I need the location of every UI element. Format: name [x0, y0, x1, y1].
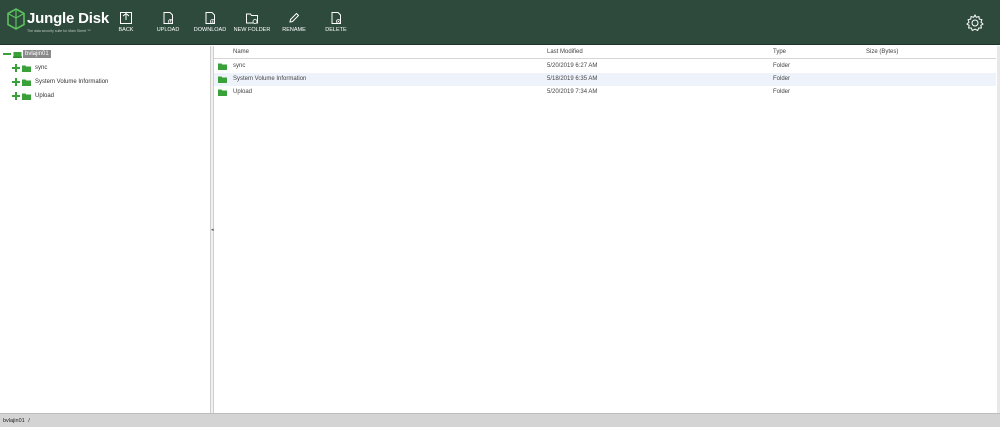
folder-icon [218, 89, 227, 96]
back-label: BACK [118, 27, 134, 33]
download-button[interactable]: DOWNLOAD [190, 11, 230, 37]
folder-icon [218, 76, 227, 83]
row-type: Folder [773, 89, 791, 95]
tree-item-label[interactable]: System Volume Information [33, 78, 110, 86]
list-header: Name Last Modified Type Size (Bytes) [214, 46, 996, 59]
tree-item-label[interactable]: sync [33, 64, 49, 72]
status-bar: bvlajin01 / [0, 413, 1000, 427]
row-modified: 5/20/2019 6:27 AM [547, 63, 598, 69]
column-name-header[interactable]: Name [233, 49, 249, 55]
gear-icon[interactable] [965, 13, 985, 33]
collapse-icon[interactable] [3, 50, 11, 58]
upload-button[interactable]: UPLOAD [148, 11, 188, 37]
new-folder-button[interactable]: NEW FOLDER [232, 11, 272, 37]
folder-tree: bvlajin01 sync System Volume Information… [0, 46, 210, 413]
download-label: DOWNLOAD [193, 27, 227, 33]
tree-item-system-volume-information[interactable]: System Volume Information [12, 76, 110, 88]
back-icon [120, 12, 132, 24]
row-type: Folder [773, 63, 791, 69]
download-icon [205, 12, 215, 24]
table-row[interactable]: sync 5/20/2019 6:27 AM Folder [214, 60, 996, 73]
column-type-header[interactable]: Type [773, 49, 786, 55]
rename-button[interactable]: RENAME [274, 11, 314, 37]
drive-icon [13, 51, 22, 58]
header-bar: Jungle Disk The data security suite for … [0, 0, 1000, 45]
folder-icon [22, 65, 31, 72]
delete-button[interactable]: DELETE [316, 11, 356, 37]
breadcrumb: bvlajin01 / [3, 418, 30, 424]
tree-root[interactable]: bvlajin01 [3, 48, 51, 60]
brand-logo: Jungle Disk The data security suite for … [7, 8, 109, 38]
jungle-disk-app: Jungle Disk The data security suite for … [0, 0, 1000, 427]
tree-item-upload[interactable]: Upload [12, 90, 56, 102]
row-type: Folder [773, 76, 791, 82]
upload-icon [163, 12, 173, 24]
expand-icon[interactable] [12, 64, 20, 72]
delete-icon [331, 12, 341, 24]
tree-item-label[interactable]: Upload [33, 92, 56, 100]
brand-name: Jungle Disk [27, 10, 109, 27]
table-row[interactable]: Upload 5/20/2019 7:34 AM Folder [214, 86, 996, 99]
expand-icon[interactable] [12, 78, 20, 86]
tree-item-sync[interactable]: sync [12, 62, 49, 74]
file-list: Name Last Modified Type Size (Bytes) syn… [214, 46, 1000, 413]
row-modified: 5/18/2019 6:35 AM [547, 76, 598, 82]
new-folder-label: NEW FOLDER [233, 27, 271, 33]
row-name: sync [233, 63, 246, 69]
breadcrumb-root[interactable]: bvlajin01 [3, 418, 25, 424]
row-name: System Volume Information [233, 76, 307, 82]
pencil-icon [289, 12, 300, 23]
expand-icon[interactable] [12, 92, 20, 100]
row-modified: 5/20/2019 7:34 AM [547, 89, 598, 95]
folder-icon [22, 79, 31, 86]
folder-icon [218, 63, 227, 70]
table-row[interactable]: System Volume Information 5/18/2019 6:35… [214, 73, 996, 86]
back-button[interactable]: BACK [106, 11, 146, 37]
rename-label: RENAME [282, 27, 306, 33]
row-name: Upload [233, 89, 253, 95]
jungle-disk-logo-icon [7, 8, 25, 30]
delete-label: DELETE [325, 27, 347, 33]
collapse-arrow-icon[interactable]: ◂ [211, 226, 214, 234]
column-size-header[interactable]: Size (Bytes) [866, 49, 898, 55]
brand-tagline: The data security suite for Main Street … [27, 29, 91, 33]
folder-icon [22, 93, 31, 100]
new-folder-icon [246, 13, 258, 24]
breadcrumb-separator: / [28, 418, 30, 424]
column-modified-header[interactable]: Last Modified [547, 49, 583, 55]
upload-label: UPLOAD [156, 27, 180, 33]
tree-root-label[interactable]: bvlajin01 [23, 50, 51, 58]
